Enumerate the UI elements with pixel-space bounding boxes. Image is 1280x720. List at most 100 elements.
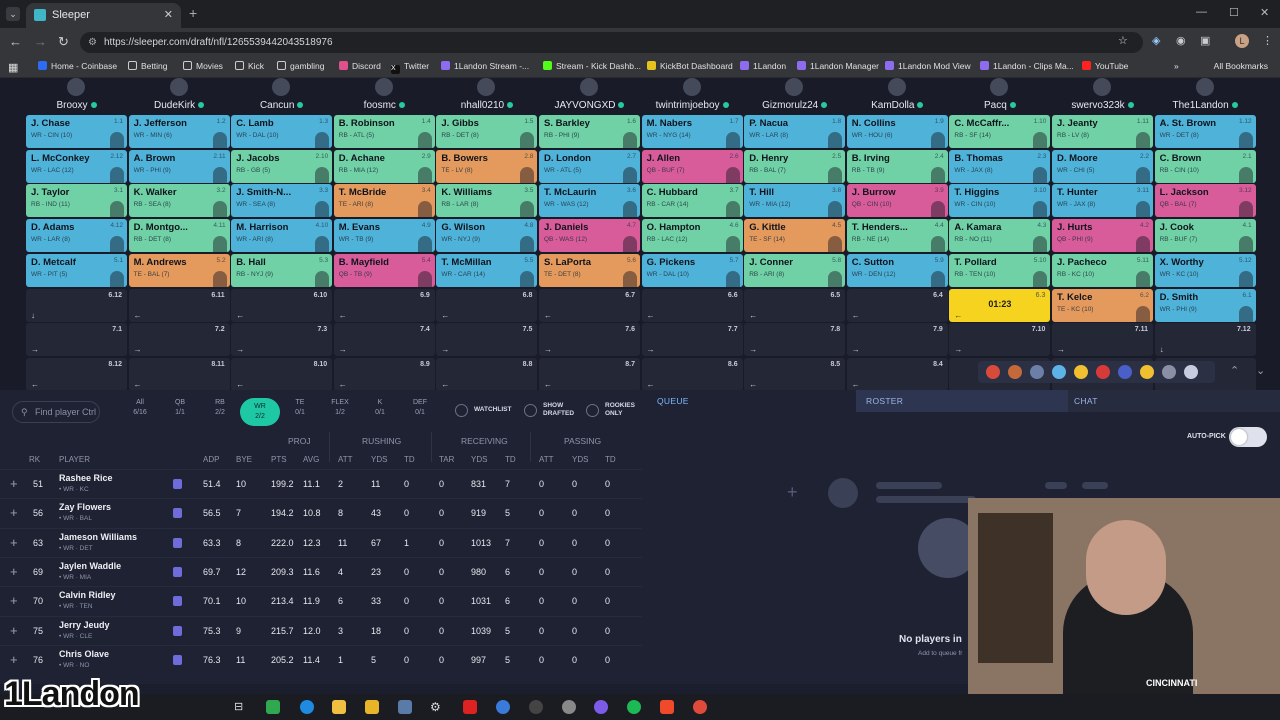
drafted-player-card[interactable]: X. Worthy WR - KC (10) 5.12 bbox=[1154, 253, 1256, 287]
maximize-icon[interactable]: ☐ bbox=[1229, 6, 1239, 19]
team-avatar[interactable] bbox=[67, 78, 85, 96]
player-row[interactable]: + Jameson Williams • WR · DET 63 63.3 8 222.0 1… bbox=[0, 527, 642, 557]
player-row[interactable]: + Jaylen Waddle • WR · MIA 69 69.7 12 209.3 11.… bbox=[0, 556, 642, 586]
team-avatar[interactable] bbox=[785, 78, 804, 96]
drafted-player-card[interactable]: T. McBride TE - ARI (8) 3.4 bbox=[333, 184, 435, 218]
team-name[interactable]: KamDolla bbox=[847, 100, 948, 111]
col-adp[interactable]: ADP bbox=[203, 455, 219, 464]
drafted-player-card[interactable]: B. Mayfield QB - TB (9) 5.4 bbox=[333, 253, 435, 287]
filter-qb[interactable]: QB 1/1 bbox=[160, 398, 200, 418]
close-window-icon[interactable]: ✕ bbox=[1260, 6, 1269, 19]
minimize-icon[interactable]: — bbox=[1196, 6, 1207, 18]
drafted-player-card[interactable]: C. McCaffr... RB - SF (14) 1.10 bbox=[949, 115, 1051, 148]
add-to-queue-icon[interactable]: + bbox=[10, 535, 18, 550]
drafted-player-card[interactable]: M. Harrison WR - ARI (8) 4.10 bbox=[231, 219, 333, 253]
team-name[interactable]: DudeKirk bbox=[129, 100, 230, 111]
task-view-icon[interactable]: ⊟ bbox=[234, 700, 248, 714]
app-red-icon[interactable] bbox=[463, 700, 477, 714]
player-news-icon[interactable] bbox=[173, 654, 182, 665]
app-blue-icon[interactable] bbox=[496, 700, 510, 714]
collapse-down-icon[interactable]: ⌄ bbox=[1256, 364, 1265, 377]
add-to-queue-icon[interactable]: + bbox=[10, 652, 18, 667]
drafted-player-card[interactable]: J. Gibbs RB - DET (8) 1.5 bbox=[436, 115, 538, 148]
settings-gear-icon[interactable]: ⚙ bbox=[430, 700, 444, 714]
bookmark-youtube[interactable]: YouTube bbox=[1082, 61, 1128, 71]
drafted-player-card[interactable]: G. Wilson WR - NYJ (9) 4.8 bbox=[436, 219, 538, 253]
drafted-player-card[interactable]: L. Jackson QB - BAL (7) 3.12 bbox=[1154, 184, 1256, 218]
drafted-player-card[interactable]: C. Hubbard RB - CAR (14) 3.7 bbox=[641, 184, 743, 218]
team-name[interactable]: JAYVONGXD bbox=[539, 100, 640, 111]
drafted-player-card[interactable]: T. McLaurin WR - WAS (12) 3.6 bbox=[539, 184, 640, 218]
col-att[interactable]: ATT bbox=[338, 455, 353, 464]
team-name[interactable]: Gizmorulz24 bbox=[744, 100, 845, 111]
reaction-icon[interactable] bbox=[1162, 365, 1176, 379]
menu-kebab-icon[interactable]: ⋮ bbox=[1262, 34, 1273, 47]
bookmark-gambling[interactable]: gambling bbox=[277, 61, 325, 71]
back-icon[interactable]: ← bbox=[9, 34, 22, 49]
col-rec-yds[interactable]: YDS bbox=[471, 455, 487, 464]
filter-flex[interactable]: FLEX 1/2 bbox=[320, 398, 360, 418]
player-search-input[interactable]: ⚲ Find player Ctrl bbox=[12, 401, 100, 423]
extension-icon[interactable]: ◈ bbox=[1152, 34, 1160, 47]
drafted-player-card[interactable]: M. Evans WR - TB (9) 4.9 bbox=[333, 219, 435, 253]
team-name[interactable]: Cancun bbox=[231, 100, 332, 111]
address-bar[interactable]: ⚙ https://sleeper.com/draft/nfl/12655394… bbox=[80, 32, 1143, 53]
apps-grid-icon[interactable]: ▦ bbox=[8, 61, 18, 74]
drafted-player-card[interactable]: C. Brown RB - CIN (10) 2.1 bbox=[1154, 149, 1256, 183]
add-to-queue-icon[interactable]: + bbox=[10, 593, 18, 608]
drafted-player-card[interactable]: D. Achane RB - MIA (12) 2.9 bbox=[333, 149, 435, 183]
add-to-queue-icon[interactable]: + bbox=[10, 476, 18, 491]
drafted-player-card[interactable]: C. Sutton WR - DEN (12) 5.9 bbox=[846, 253, 948, 287]
bookmark-coinbase[interactable]: Home - Coinbase bbox=[38, 61, 117, 71]
forward-icon[interactable]: → bbox=[34, 34, 47, 49]
drafted-player-card[interactable]: K. Walker RB - SEA (8) 3.2 bbox=[128, 184, 230, 218]
drafted-player-card[interactable]: O. Hampton RB - LAC (12) 4.6 bbox=[641, 219, 743, 253]
new-tab-icon[interactable]: + bbox=[189, 5, 197, 21]
drafted-player-card[interactable]: D. Moore WR - CHI (5) 2.2 bbox=[1052, 149, 1153, 183]
drafted-player-card[interactable]: J. Burrow QB - CIN (10) 3.9 bbox=[846, 184, 948, 218]
bookmark-kick-dashboard[interactable]: Stream - Kick Dashb... bbox=[543, 61, 641, 71]
filter-rb[interactable]: RB 2/2 bbox=[200, 398, 240, 418]
drafted-player-card[interactable]: M. Andrews TE - BAL (7) 5.2 bbox=[128, 253, 230, 287]
reaction-icon[interactable] bbox=[1118, 365, 1132, 379]
drafted-player-card[interactable]: S. LaPorta TE - DET (8) 5.6 bbox=[539, 253, 640, 287]
drafted-player-card[interactable]: T. McMillan WR - CAR (14) 5.5 bbox=[436, 253, 538, 287]
filter-te[interactable]: TE 0/1 bbox=[280, 398, 320, 418]
bookmark-1landon[interactable]: 1Landon bbox=[740, 61, 786, 71]
drafted-player-card[interactable]: J. Cook RB - BUF (7) 4.1 bbox=[1154, 219, 1256, 253]
drafted-player-card[interactable]: B. Hall RB - NYJ (9) 5.3 bbox=[231, 253, 333, 287]
xbox-icon[interactable] bbox=[266, 700, 280, 714]
drafted-player-card[interactable]: D. Smith WR - PHI (9) 6.1 bbox=[1154, 288, 1256, 322]
drafted-player-card[interactable]: N. Collins WR - HOU (6) 1.9 bbox=[846, 115, 948, 148]
chrome-icon[interactable] bbox=[693, 700, 707, 714]
bookmark-1landon-mod-view[interactable]: 1Landon Mod View bbox=[885, 61, 971, 71]
bookmark-kickbot[interactable]: KickBot Dashboard bbox=[647, 61, 733, 71]
drafted-player-card[interactable]: D. Adams WR - LAR (8) 4.12 bbox=[26, 219, 127, 253]
drafted-player-card[interactable]: D. London WR - ATL (5) 2.7 bbox=[539, 149, 640, 183]
site-info-icon[interactable]: ⚙ bbox=[88, 32, 97, 53]
team-name[interactable]: twintrimjoeboy bbox=[642, 100, 743, 111]
drafted-player-card[interactable]: M. Nabers WR - NYG (14) 1.7 bbox=[641, 115, 743, 148]
tab-sleeper[interactable]: Sleeper ✕ bbox=[26, 3, 181, 28]
extension-icon-2[interactable]: ◉ bbox=[1176, 34, 1186, 47]
team-avatar[interactable] bbox=[580, 78, 598, 96]
drafted-player-card[interactable]: J. Smith-N... WR - SEA (8) 3.3 bbox=[231, 184, 333, 218]
player-row[interactable]: + Calvin Ridley • WR · TEN 70 70.1 10 213.4 11.… bbox=[0, 586, 642, 615]
drafted-player-card[interactable]: D. Metcalf WR - PIT (5) 5.1 bbox=[26, 253, 127, 287]
drafted-player-card[interactable]: J. Jacobs RB - GB (5) 2.10 bbox=[231, 149, 333, 183]
collapse-up-icon[interactable]: ⌃ bbox=[1230, 364, 1239, 377]
bookmark-1landon-manager[interactable]: 1Landon Manager bbox=[797, 61, 879, 71]
player-news-icon[interactable] bbox=[173, 596, 182, 607]
player-news-icon[interactable] bbox=[173, 508, 182, 519]
col-yds[interactable]: YDS bbox=[371, 455, 387, 464]
player-news-icon[interactable] bbox=[173, 625, 182, 636]
drafted-player-card[interactable]: T. Pollard RB - TEN (10) 5.10 bbox=[949, 253, 1051, 287]
col-bye[interactable]: BYE bbox=[236, 455, 252, 464]
team-avatar[interactable] bbox=[169, 78, 188, 96]
drafted-player-card[interactable]: G. Kittle TE - SF (14) 4.5 bbox=[744, 219, 846, 253]
all-bookmarks[interactable]: All Bookmarks bbox=[1214, 61, 1268, 71]
team-avatar[interactable] bbox=[990, 78, 1009, 96]
bookmark-1landon-stream[interactable]: 1Landon Stream -... bbox=[441, 61, 529, 71]
bookmark-betting[interactable]: Betting bbox=[128, 61, 167, 71]
app-gray-icon[interactable] bbox=[562, 700, 576, 714]
